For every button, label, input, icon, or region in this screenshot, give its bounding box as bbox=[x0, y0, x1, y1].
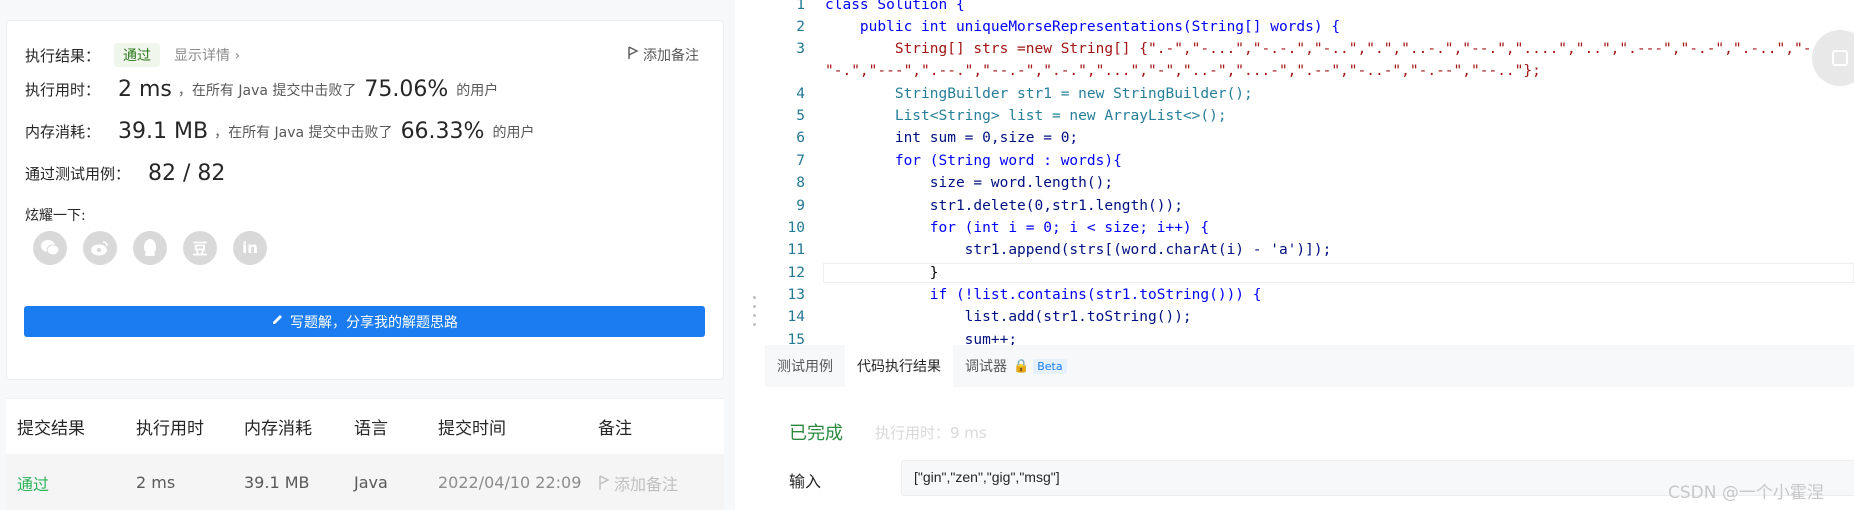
code-line: list.add(str1.toString()); bbox=[825, 309, 1192, 325]
code-editor[interactable]: 1 2 3 4 5 6 7 8 9 10 11 12 13 14 15 clas… bbox=[765, 0, 1854, 345]
runtime-row: 执行用时： 2 ms ，在所有 Java 提交中击败了 75.06% 的用户 bbox=[25, 77, 498, 102]
code-line: for (int i = 0; i < size; i++) { bbox=[825, 220, 1210, 236]
code-line: public int uniqueMorseRepresentations(St… bbox=[825, 19, 1341, 35]
header-memory: 内存消耗 bbox=[244, 419, 312, 439]
share-label: 炫耀一下: bbox=[25, 208, 86, 224]
code-line: str1.append(strs[(word.charAt(i) - 'a')]… bbox=[825, 242, 1332, 258]
tab-run-result[interactable]: 代码执行结果 bbox=[845, 345, 953, 387]
table-header: 提交结果 执行用时 内存消耗 语言 提交时间 备注 bbox=[6, 399, 724, 454]
show-detail-link[interactable]: 显示详情 › bbox=[174, 45, 240, 65]
line-number: 4 bbox=[796, 86, 805, 102]
row-add-note-button[interactable]: 添加备注 bbox=[598, 471, 678, 495]
add-note-label: 添加备注 bbox=[643, 48, 699, 64]
weibo-icon[interactable] bbox=[83, 231, 117, 265]
douban-icon[interactable]: 豆 bbox=[183, 231, 217, 265]
line-number: 15 bbox=[787, 332, 805, 345]
result-label: 执行结果： bbox=[25, 46, 101, 65]
qq-icon[interactable] bbox=[133, 231, 167, 265]
code-line: size = word.length(); bbox=[825, 175, 1114, 191]
write-solution-button[interactable]: 写题解，分享我的解题思路 bbox=[24, 306, 705, 337]
tests-label: 通过测试用例： bbox=[25, 165, 131, 183]
submission-panel: 执行结果： 通过 显示详情 › 添加备注 执行用时： 2 ms ，在所有 Jav… bbox=[0, 0, 735, 510]
beta-badge: Beta bbox=[1033, 358, 1067, 374]
pencil-icon bbox=[271, 313, 284, 330]
row-submitted: 2022/04/10 22:09 bbox=[438, 473, 582, 492]
code-line: for (String word : words){ bbox=[825, 153, 1122, 169]
code-line: String[] strs =new String[] {".-","-..."… bbox=[825, 41, 1838, 57]
header-time: 执行用时 bbox=[136, 419, 204, 439]
header-submitted: 提交时间 bbox=[438, 419, 506, 439]
memory-label: 内存消耗： bbox=[25, 123, 101, 141]
flag-icon bbox=[599, 474, 610, 490]
drag-handle-icon[interactable] bbox=[753, 296, 757, 326]
flag-icon bbox=[627, 46, 639, 64]
runtime-text: ，在所有 Java 提交中击败了 bbox=[177, 82, 357, 99]
memory-text: ，在所有 Java 提交中击败了 bbox=[214, 124, 393, 141]
row-time: 2 ms bbox=[136, 473, 176, 492]
memory-value: 39.1 MB bbox=[118, 119, 209, 144]
runtime-percent: 75.06% bbox=[364, 77, 449, 102]
runtime-suffix: 的用户 bbox=[456, 82, 499, 99]
line-number: 12 bbox=[787, 265, 805, 281]
line-number: 6 bbox=[796, 130, 805, 146]
line-number: 2 bbox=[796, 19, 805, 35]
line-number: 9 bbox=[796, 198, 805, 214]
line-number: 7 bbox=[796, 153, 805, 169]
watermark: CSDN @一个小霍涅 bbox=[1668, 483, 1824, 503]
tab-testcase[interactable]: 测试用例 bbox=[765, 345, 845, 387]
code-line: int sum = 0,size = 0; bbox=[825, 130, 1079, 146]
run-status: 已完成 bbox=[789, 423, 843, 444]
console-tabs: 测试用例 代码执行结果 调试器 🔒 Beta bbox=[765, 345, 1854, 387]
row-lang: Java bbox=[354, 473, 388, 492]
panel-splitter[interactable] bbox=[735, 0, 765, 510]
input-label: 输入 bbox=[789, 472, 822, 491]
line-number: 13 bbox=[787, 287, 805, 303]
runtime-value: 2 ms bbox=[118, 77, 172, 102]
wechat-icon[interactable] bbox=[33, 231, 67, 265]
memory-percent: 66.33% bbox=[400, 119, 485, 144]
line-number: 3 bbox=[796, 41, 805, 57]
status-badge: 通过 bbox=[114, 43, 161, 67]
line-number: 10 bbox=[787, 220, 805, 236]
header-result: 提交结果 bbox=[17, 419, 85, 439]
line-number: 1 bbox=[796, 0, 805, 13]
header-note: 备注 bbox=[598, 419, 632, 439]
code-line: sum++; bbox=[825, 332, 1018, 345]
add-note-button[interactable]: 添加备注 bbox=[627, 45, 699, 65]
runtime-label: 执行用时： bbox=[25, 81, 101, 99]
result-card: 执行结果： 通过 显示详情 › 添加备注 执行用时： 2 ms ，在所有 Jav… bbox=[6, 20, 724, 380]
book-icon bbox=[1832, 50, 1848, 66]
code-line: } bbox=[825, 265, 939, 281]
write-solution-label: 写题解，分享我的解题思路 bbox=[290, 314, 458, 331]
debugger-label: 调试器 bbox=[965, 359, 1007, 375]
code-line: if (!list.contains(str1.toString())) { bbox=[825, 287, 1262, 303]
current-line-highlight bbox=[823, 263, 1854, 283]
tests-value: 82 / 82 bbox=[148, 161, 226, 186]
run-runtime: 执行用时：9 ms bbox=[875, 424, 987, 442]
line-number: 5 bbox=[796, 108, 805, 124]
lock-icon: 🔒 bbox=[1013, 358, 1030, 374]
result-row: 执行结果： 通过 显示详情 › bbox=[25, 43, 240, 67]
row-note-label: 添加备注 bbox=[614, 474, 679, 494]
app-root: 执行结果： 通过 显示详情 › 添加备注 执行用时： 2 ms ，在所有 Jav… bbox=[0, 0, 1854, 510]
memory-suffix: 的用户 bbox=[492, 124, 535, 141]
row-memory: 39.1 MB bbox=[244, 473, 310, 492]
code-line: "-.","---",".--.","--.-",".-.","...","-"… bbox=[825, 63, 1541, 79]
table-row[interactable]: 通过 2 ms 39.1 MB Java 2022/04/10 22:09 添加… bbox=[6, 454, 724, 510]
tab-debugger[interactable]: 调试器 🔒 Beta bbox=[953, 345, 1079, 387]
submissions-table: 提交结果 执行用时 内存消耗 语言 提交时间 备注 通过 2 ms 39.1 M… bbox=[6, 398, 724, 510]
linkedin-icon[interactable]: in bbox=[233, 231, 267, 265]
share-icons: 豆 in bbox=[33, 231, 267, 265]
code-line: StringBuilder str1 = new StringBuilder()… bbox=[825, 86, 1253, 102]
code-line: class Solution { bbox=[825, 0, 965, 13]
line-number: 11 bbox=[787, 242, 805, 258]
line-number: 8 bbox=[796, 175, 805, 191]
tests-row: 通过测试用例： 82 / 82 bbox=[25, 161, 231, 186]
code-line: List<String> list = new ArrayList<>(); bbox=[825, 108, 1227, 124]
row-result[interactable]: 通过 bbox=[17, 471, 49, 495]
memory-row: 内存消耗： 39.1 MB ，在所有 Java 提交中击败了 66.33% 的用… bbox=[25, 119, 534, 144]
header-lang: 语言 bbox=[354, 419, 388, 439]
line-number: 14 bbox=[787, 309, 805, 325]
code-line: str1.delete(0,str1.length()); bbox=[825, 198, 1183, 214]
